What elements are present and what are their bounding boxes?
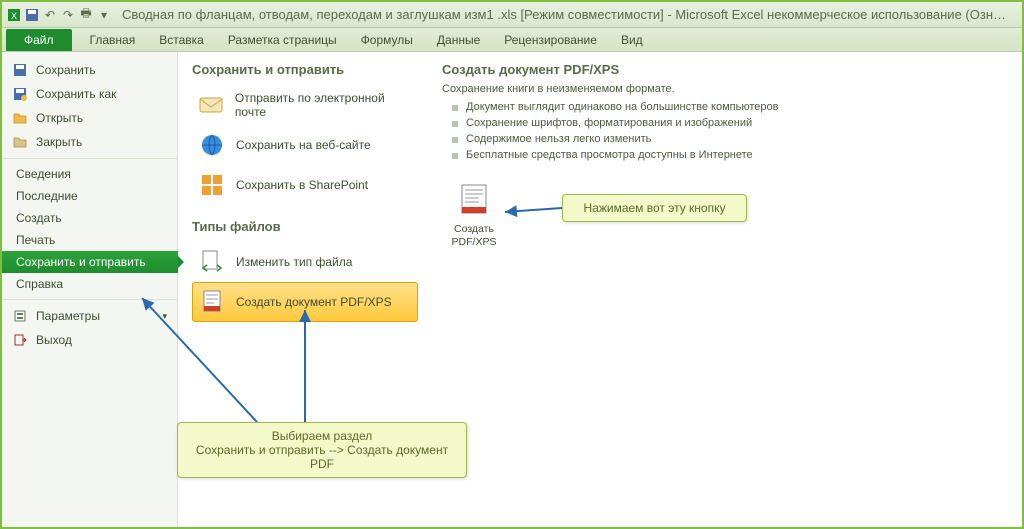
- nav-separator: [2, 299, 177, 300]
- tab-data[interactable]: Данные: [425, 29, 492, 51]
- nav-label: Сохранить и отправить: [16, 255, 146, 269]
- nav-label: Сведения: [16, 167, 71, 181]
- callout-section-hint: Выбираем раздел Сохранить и отправить --…: [177, 422, 467, 478]
- nav-info[interactable]: Сведения: [2, 163, 177, 185]
- nav-label: Параметры: [36, 309, 100, 323]
- callout-text: Сохранить и отправить --> Создать докуме…: [190, 443, 454, 471]
- nav-label: Сохранить как: [36, 87, 116, 101]
- pdf-icon: [198, 288, 226, 316]
- nav-save[interactable]: Сохранить: [2, 58, 177, 82]
- list-item: Сохранение шрифтов, форматирования и изо…: [452, 115, 1010, 131]
- pdf-description: Сохранение книги в неизменяемом формате.: [442, 83, 1010, 95]
- backstage-view: Сохранить Сохранить как Открыть Закрыть …: [2, 52, 1022, 527]
- exit-icon: [12, 332, 28, 348]
- tab-review[interactable]: Рецензирование: [492, 29, 609, 51]
- print-qat-icon[interactable]: 🖶: [78, 7, 94, 23]
- list-item: Бесплатные средства просмотра доступны в…: [452, 147, 1010, 163]
- redo-icon[interactable]: ↷: [60, 7, 76, 23]
- nav-open[interactable]: Открыть: [2, 106, 177, 130]
- nav-label: Закрыть: [36, 135, 82, 149]
- nav-recent[interactable]: Последние: [2, 185, 177, 207]
- save-icon: [12, 62, 28, 78]
- nav-close[interactable]: Закрыть: [2, 130, 177, 154]
- save-sharepoint[interactable]: Сохранить в SharePoint: [192, 165, 418, 205]
- tab-page-layout[interactable]: Разметка страницы: [216, 29, 349, 51]
- options-icon: [12, 308, 28, 324]
- ribbon-tabs: Файл Главная Вставка Разметка страницы Ф…: [2, 28, 1022, 52]
- close-folder-icon: [12, 134, 28, 150]
- tab-view[interactable]: Вид: [609, 29, 655, 51]
- save-as-icon: [12, 86, 28, 102]
- list-item: Документ выглядит одинаково на большинст…: [452, 99, 1010, 115]
- nav-help[interactable]: Справка: [2, 273, 177, 295]
- nav-create[interactable]: Создать: [2, 207, 177, 229]
- open-folder-icon: [12, 110, 28, 126]
- tab-insert[interactable]: Вставка: [147, 29, 216, 51]
- nav-label: Печать: [16, 233, 55, 247]
- window-titlebar: X ↶ ↷ 🖶 ▾ Сводная по фланцам, отводам, п…: [2, 2, 1022, 28]
- nav-label: Последние: [16, 189, 78, 203]
- change-file-type[interactable]: Изменить тип файла: [192, 242, 418, 282]
- nav-print[interactable]: Печать: [2, 229, 177, 251]
- create-pdf-button[interactable]: Создать PDF/XPS: [442, 177, 506, 252]
- create-pdf-xps[interactable]: Создать документ PDF/XPS: [192, 282, 418, 322]
- button-label: Создать PDF/XPS: [444, 223, 504, 248]
- nav-label: Сохранить: [36, 63, 96, 77]
- callout-button-hint: Нажимаем вот эту кнопку: [562, 194, 747, 222]
- chevron-down-icon: ▾: [162, 311, 167, 322]
- nav-options[interactable]: Параметры ▾: [2, 304, 177, 328]
- nav-exit[interactable]: Выход: [2, 328, 177, 352]
- pdf-big-icon: [455, 181, 493, 219]
- backstage-leftnav: Сохранить Сохранить как Открыть Закрыть …: [2, 52, 178, 527]
- change-type-icon: [198, 248, 226, 276]
- nav-label: Справка: [16, 277, 63, 291]
- item-label: Отправить по электронной почте: [235, 91, 412, 119]
- tab-file[interactable]: Файл: [6, 29, 72, 51]
- send-email[interactable]: Отправить по электронной почте: [192, 85, 418, 125]
- email-icon: [198, 91, 225, 119]
- pdf-heading: Создать документ PDF/XPS: [442, 62, 1010, 77]
- excel-app-icon: X: [6, 7, 22, 23]
- nav-save-as[interactable]: Сохранить как: [2, 82, 177, 106]
- tab-formulas[interactable]: Формулы: [349, 29, 425, 51]
- web-globe-icon: [198, 131, 226, 159]
- nav-label: Выход: [36, 333, 72, 347]
- nav-save-send[interactable]: Сохранить и отправить: [2, 251, 178, 273]
- quick-access-toolbar: X ↶ ↷ 🖶 ▾: [6, 7, 112, 23]
- callout-text: Выбираем раздел: [190, 429, 454, 443]
- item-label: Сохранить в SharePoint: [236, 178, 368, 192]
- window-title: Сводная по фланцам, отводам, переходам и…: [116, 7, 1018, 22]
- heading-save-send: Сохранить и отправить: [192, 62, 418, 77]
- qat-dropdown-icon[interactable]: ▾: [96, 7, 112, 23]
- heading-file-types: Типы файлов: [192, 219, 418, 234]
- save-icon[interactable]: [24, 7, 40, 23]
- nav-label: Создать: [16, 211, 62, 225]
- tab-home[interactable]: Главная: [78, 29, 148, 51]
- item-label: Создать документ PDF/XPS: [236, 295, 392, 309]
- nav-label: Открыть: [36, 111, 83, 125]
- item-label: Сохранить на веб-сайте: [236, 138, 371, 152]
- undo-icon[interactable]: ↶: [42, 7, 58, 23]
- sharepoint-icon: [198, 171, 226, 199]
- save-web[interactable]: Сохранить на веб-сайте: [192, 125, 418, 165]
- list-item: Содержимое нельзя легко изменить: [452, 131, 1010, 147]
- svg-text:X: X: [11, 11, 17, 21]
- pdf-benefits-list: Документ выглядит одинаково на большинст…: [442, 99, 1010, 163]
- nav-separator: [2, 158, 177, 159]
- pdf-details-pane: Создать документ PDF/XPS Сохранение книг…: [428, 52, 1022, 527]
- callout-text: Нажимаем вот эту кнопку: [584, 201, 726, 215]
- item-label: Изменить тип файла: [236, 255, 352, 269]
